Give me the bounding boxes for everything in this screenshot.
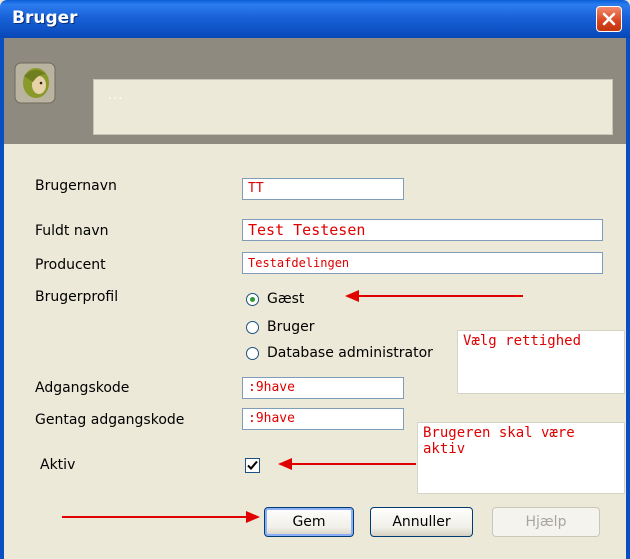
checkmark-icon (247, 460, 258, 470)
arrow-right-icon (62, 511, 260, 523)
password-repeat-label: Gentag adgangskode (35, 412, 185, 428)
header-description-field: ... (93, 79, 613, 135)
fullname-field[interactable]: Test Testesen (242, 219, 603, 241)
radio-db-admin[interactable] (246, 346, 259, 360)
radio-user-label: Bruger (267, 319, 315, 335)
active-label: Aktiv (40, 457, 76, 473)
arrow-left-icon (345, 290, 523, 302)
radio-db-admin-label: Database administrator (267, 345, 433, 361)
close-icon (602, 12, 616, 26)
user-icon (14, 62, 56, 104)
username-label: Brugernavn (35, 178, 117, 194)
close-button[interactable] (596, 6, 622, 32)
title-bar[interactable]: Bruger (0, 0, 630, 38)
password-repeat-field[interactable]: :9have (242, 408, 404, 430)
header-field-text: ... (108, 88, 124, 103)
radio-user[interactable] (246, 320, 259, 334)
help-button[interactable]: Hjælp (492, 507, 600, 537)
producer-field[interactable]: Testafdelingen (242, 252, 603, 274)
radio-guest[interactable] (246, 292, 259, 306)
window-frame-right (626, 38, 630, 559)
profile-option-user[interactable]: Bruger (246, 319, 315, 335)
password-label: Adgangskode (35, 380, 130, 396)
username-field[interactable]: TT (242, 178, 404, 200)
arrow-left-icon (278, 458, 416, 470)
active-note: Brugeren skal være aktiv (417, 422, 625, 494)
rights-note: Vælg rettighed (457, 330, 625, 394)
cancel-button[interactable]: Annuller (370, 507, 473, 537)
password-field[interactable]: :9have (242, 377, 404, 399)
active-checkbox[interactable] (245, 458, 260, 473)
window-title: Bruger (12, 8, 78, 28)
profile-label: Brugerprofil (35, 289, 119, 305)
profile-option-guest[interactable]: Gæst (246, 291, 304, 307)
producer-label: Producent (35, 257, 106, 273)
save-button[interactable]: Gem (264, 507, 354, 537)
profile-option-db-admin[interactable]: Database administrator (246, 345, 433, 361)
radio-guest-label: Gæst (267, 291, 305, 307)
fullname-label: Fuldt navn (35, 223, 109, 239)
